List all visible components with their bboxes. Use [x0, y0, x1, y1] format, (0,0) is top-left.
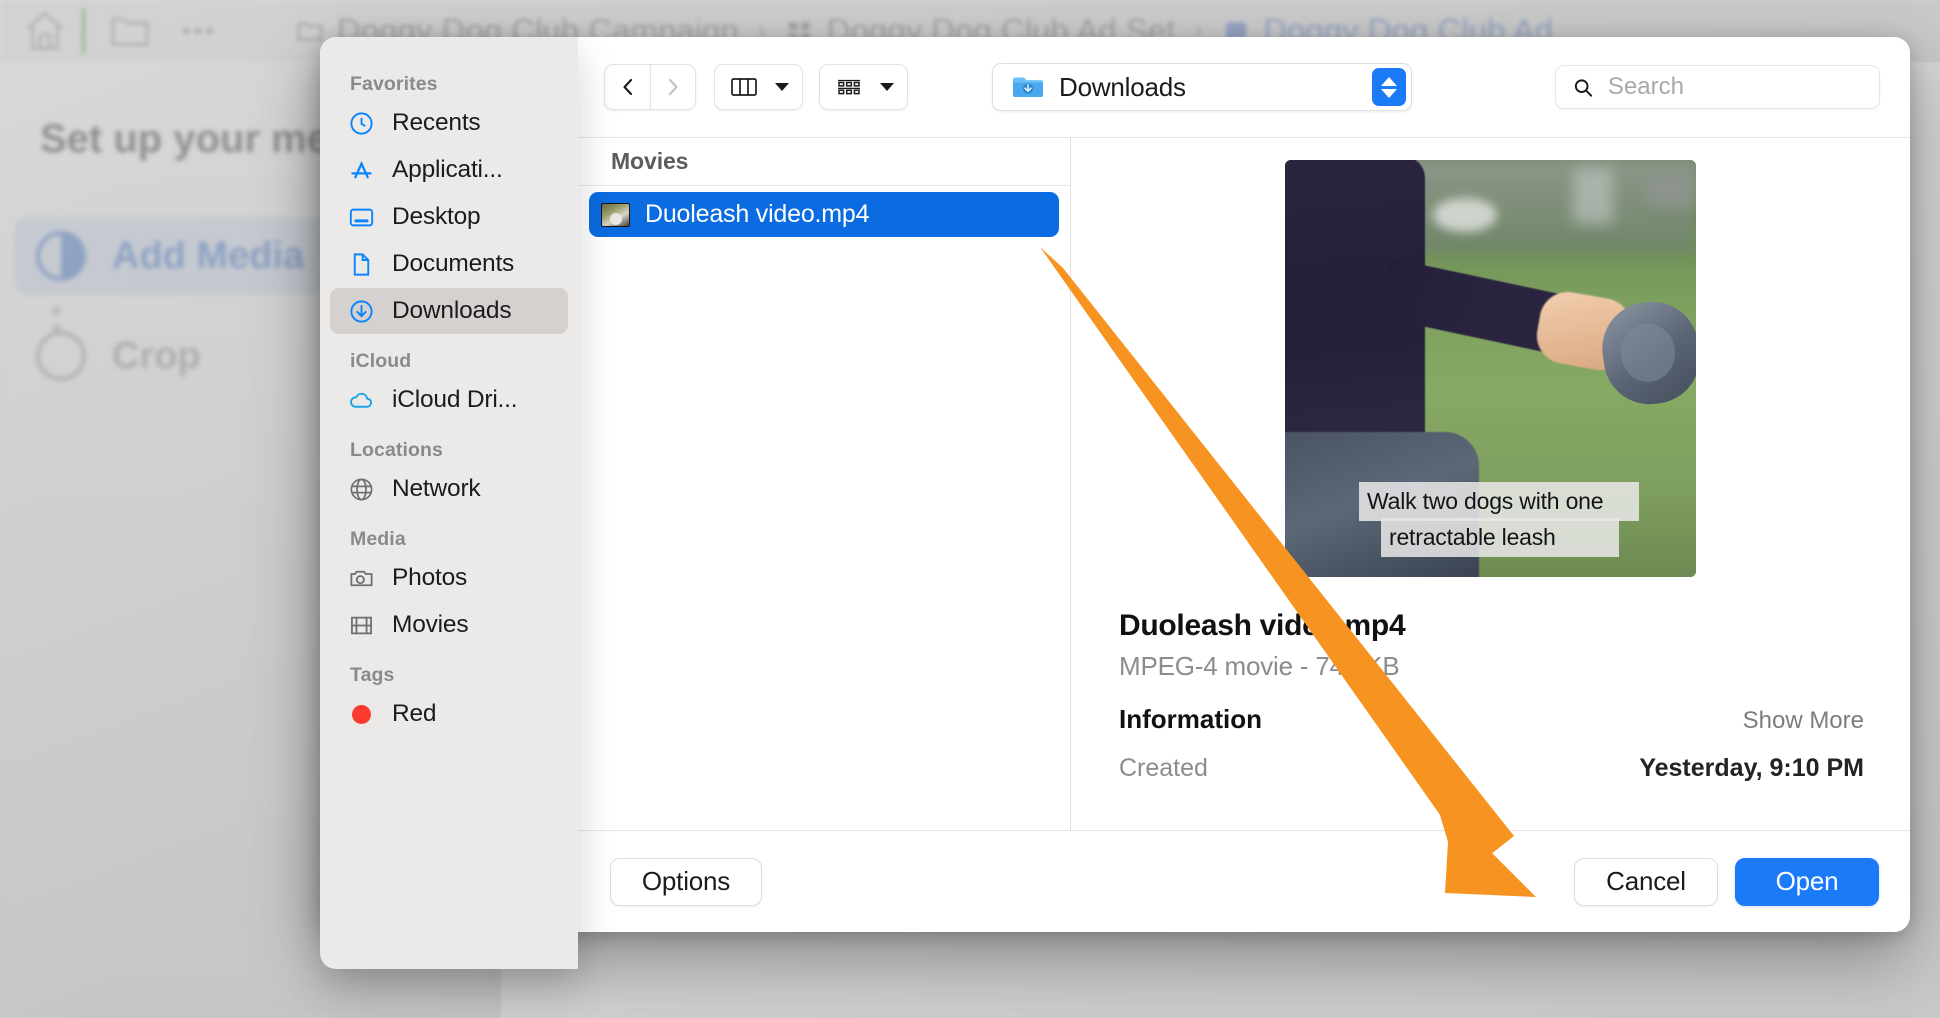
file-dialog-bottom-bar: Options Cancel Open [578, 830, 1910, 932]
sidebar-group-title-locations: Locations [350, 439, 443, 461]
search-field[interactable] [1555, 65, 1880, 109]
file-open-dialog: Favorites Recents Applicati... Desktop D… [320, 37, 1910, 969]
sidebar-item-network[interactable]: Network [330, 466, 568, 512]
group-by-button[interactable] [819, 64, 908, 110]
chevron-left-icon [622, 78, 632, 96]
sidebar-item-tag-red[interactable]: Red [330, 691, 568, 737]
sidebar-label-applications: Applicati... [392, 156, 503, 183]
chevron-down-icon [775, 83, 789, 91]
film-icon [348, 612, 375, 639]
path-popup-button[interactable]: Downloads [992, 63, 1412, 111]
sidebar-label-photos: Photos [392, 564, 468, 591]
download-icon [348, 298, 375, 325]
sidebar-label-downloads: Downloads [392, 297, 512, 324]
camera-icon [348, 565, 375, 592]
preview-caption-line1: Walk two dogs with one [1359, 482, 1639, 521]
file-list-column: Movies Duoleash video.mp4 [578, 138, 1071, 830]
file-dialog-sidebar: Favorites Recents Applicati... Desktop D… [320, 37, 578, 969]
view-mode-button[interactable] [714, 64, 803, 110]
sidebar-item-recents[interactable]: Recents [330, 100, 568, 146]
sidebar-item-desktop[interactable]: Desktop [330, 194, 568, 240]
clock-icon [348, 110, 375, 137]
path-popup-label: Downloads [1059, 71, 1186, 102]
file-list-row-label: Duoleash video.mp4 [645, 200, 870, 228]
chevron-right-icon [668, 78, 678, 96]
sidebar-item-icloud-drive[interactable]: iCloud Dri... [330, 377, 568, 423]
document-icon [348, 251, 375, 278]
options-button[interactable]: Options [610, 857, 762, 906]
desktop-icon [348, 204, 375, 231]
sidebar-label-desktop: Desktop [392, 203, 481, 230]
appstore-icon [348, 157, 375, 184]
preview-info-row-created: Created Yesterday, 9:10 PM [1119, 754, 1864, 783]
preview-info-value-created: Yesterday, 9:10 PM [1639, 754, 1864, 782]
sidebar-item-photos[interactable]: Photos [330, 555, 568, 601]
nav-button-group [604, 64, 696, 110]
file-list-column-header: Movies [578, 138, 1070, 186]
preview-file-meta: MPEG-4 movie - 748 KB [1119, 651, 1400, 681]
downloads-folder-icon [1013, 77, 1043, 97]
sidebar-item-downloads[interactable]: Downloads [330, 288, 568, 334]
column-view-icon [731, 78, 757, 96]
sidebar-label-tag-red: Red [392, 700, 437, 727]
sidebar-item-applications[interactable]: Applicati... [330, 147, 568, 193]
file-list-row-duoleash[interactable]: Duoleash video.mp4 [589, 192, 1059, 237]
preview-section-title: Information [1119, 704, 1262, 734]
back-button[interactable] [604, 64, 650, 110]
chevron-down-icon [880, 83, 894, 91]
sidebar-label-documents: Documents [392, 250, 515, 277]
sidebar-label-recents: Recents [392, 109, 481, 136]
sidebar-group-title-media: Media [350, 528, 406, 550]
open-button[interactable]: Open [1735, 857, 1879, 906]
sidebar-group-title-favorites: Favorites [350, 73, 438, 95]
sidebar-group-title-icloud: iCloud [350, 350, 412, 372]
globe-icon [348, 476, 375, 503]
sidebar-label-network: Network [392, 475, 481, 502]
file-dialog-toolbar: Downloads [578, 37, 1910, 137]
show-more-link[interactable]: Show More [1743, 707, 1864, 735]
search-input[interactable] [1607, 73, 1863, 101]
cloud-icon [348, 387, 375, 414]
up-down-stepper-icon[interactable] [1372, 68, 1406, 106]
file-dialog-columns: Movies Duoleash video.mp4 Walk two dogs … [578, 137, 1910, 830]
file-dialog-main: Downloads Movies Duoleash video.mp4 [578, 37, 1910, 932]
sidebar-item-documents[interactable]: Documents [330, 241, 568, 287]
group-by-icon [838, 79, 860, 95]
preview-info-key-created: Created [1119, 754, 1208, 782]
search-icon [1574, 78, 1593, 97]
forward-button[interactable] [650, 64, 696, 110]
sidebar-label-icloud-drive: iCloud Dri... [392, 386, 518, 413]
preview-caption-line2: retractable leash [1381, 518, 1619, 557]
video-preview-thumbnail: Walk two dogs with one retractable leash [1285, 160, 1696, 577]
file-preview-column: Walk two dogs with one retractable leash… [1071, 138, 1910, 830]
cancel-button[interactable]: Cancel [1574, 857, 1718, 906]
red-tag-dot-icon [348, 701, 375, 728]
sidebar-group-title-tags: Tags [350, 664, 395, 686]
sidebar-item-movies[interactable]: Movies [330, 602, 568, 648]
video-thumbnail-icon [601, 202, 630, 227]
preview-file-name: Duoleash video.mp4 [1119, 609, 1406, 642]
file-preview-info: Duoleash video.mp4 MPEG-4 movie - 748 KB… [1071, 577, 1910, 783]
sidebar-label-movies: Movies [392, 611, 469, 638]
